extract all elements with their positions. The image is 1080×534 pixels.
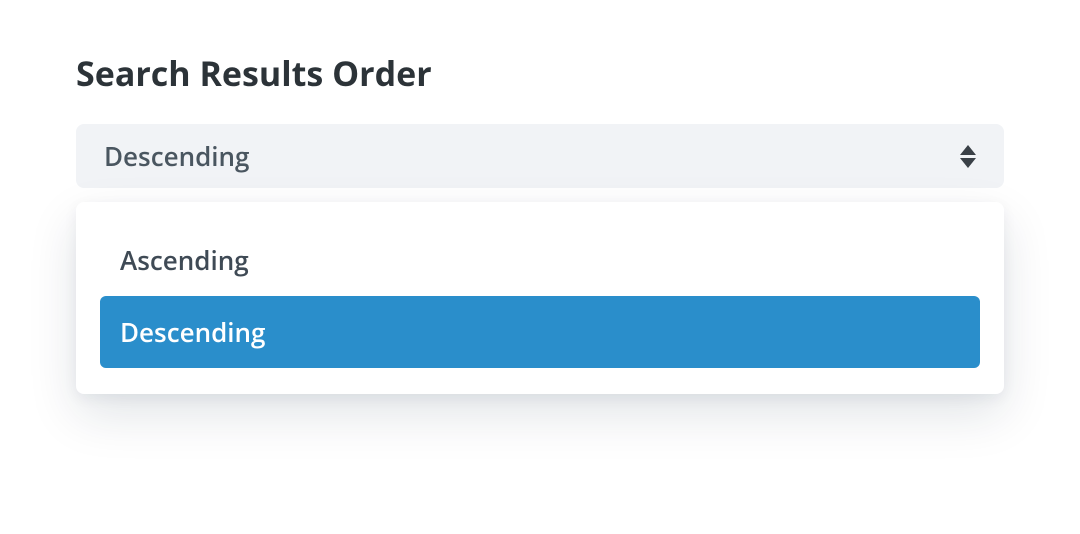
select-value: Descending — [104, 138, 249, 174]
sort-order-select[interactable]: Descending — [76, 124, 1004, 188]
dropdown-option-ascending[interactable]: Ascending — [100, 224, 980, 296]
sort-order-dropdown: Ascending Descending — [76, 202, 1004, 394]
section-title: Search Results Order — [76, 50, 1004, 96]
sort-icon — [960, 145, 976, 168]
dropdown-option-descending[interactable]: Descending — [100, 296, 980, 368]
